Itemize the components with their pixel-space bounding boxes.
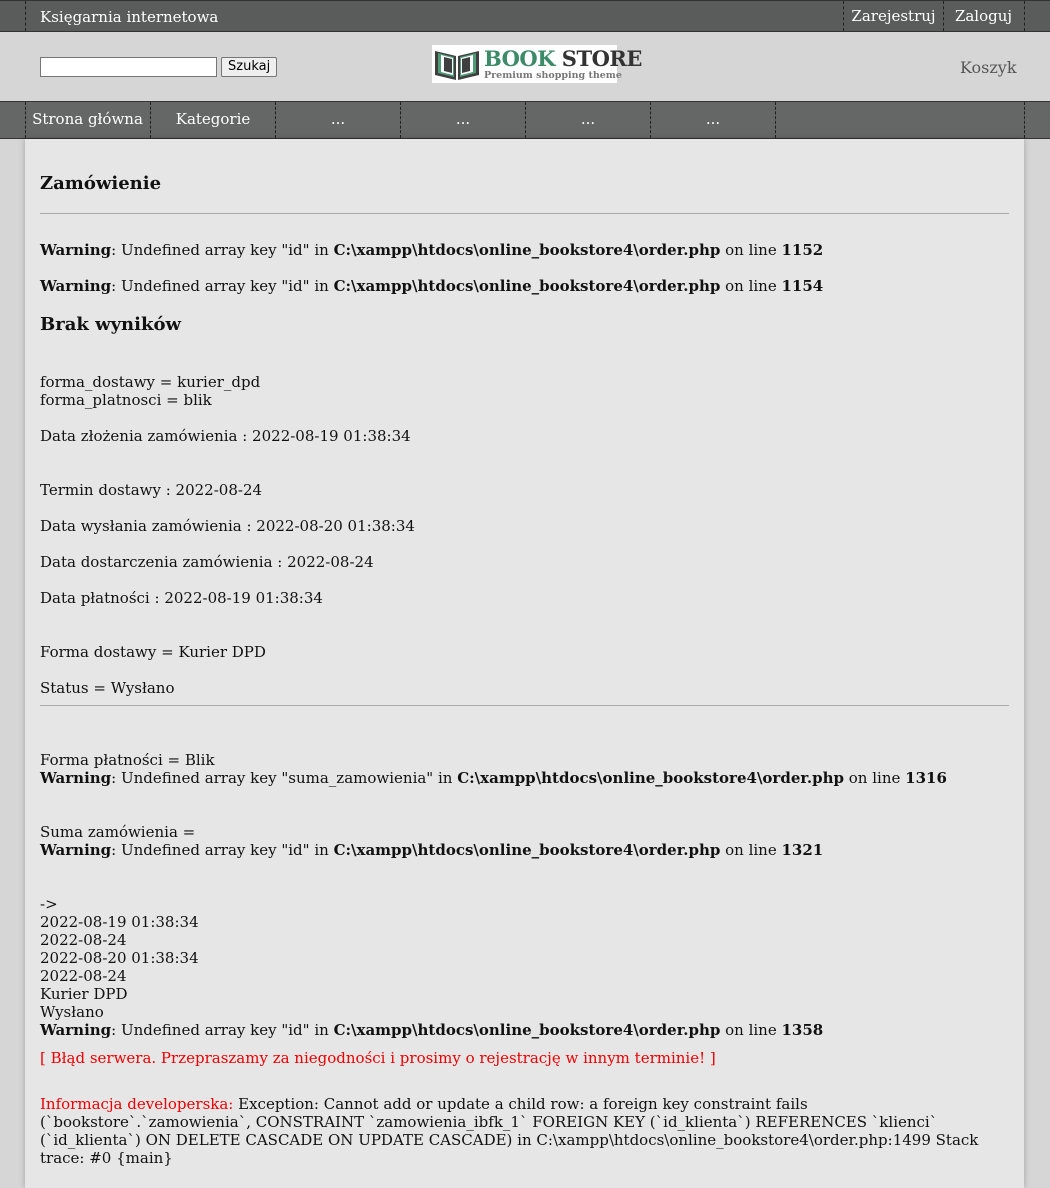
- search-input[interactable]: [40, 57, 217, 77]
- nav-item-categories[interactable]: Kategorie: [151, 102, 276, 138]
- list-item: 2022-08-20 01:38:34: [40, 949, 199, 967]
- main-nav: Strona główna Kategorie ... ... ... ...: [0, 101, 1050, 139]
- php-warning: Warning: Undefined array key "id" in C:\…: [40, 277, 824, 295]
- payment-date: Data płatności : 2022-08-19 01:38:34: [40, 589, 323, 607]
- divider: [25, 1, 26, 31]
- divider: [1024, 1, 1025, 31]
- php-warning: Warning: Undefined array key "suma_zamow…: [40, 769, 947, 787]
- cart-link[interactable]: Koszyk: [960, 58, 1017, 77]
- no-results-heading: Brak wyników: [40, 314, 181, 335]
- php-warning: Warning: Undefined array key "id" in C:\…: [40, 1021, 824, 1039]
- header: Szukaj BOOK STORE Premium shopping theme…: [0, 32, 1050, 102]
- site-title[interactable]: Księgarnia internetowa: [40, 8, 218, 26]
- register-link[interactable]: Zarejestruj: [843, 1, 943, 31]
- nav-item-placeholder[interactable]: ...: [651, 102, 776, 138]
- arrow-text: ->: [40, 895, 58, 913]
- payment-method: Forma płatności = Blik: [40, 751, 215, 769]
- nav-item-placeholder[interactable]: ...: [401, 102, 526, 138]
- delivery-raw: forma_dostawy = kurier_dpd: [40, 373, 261, 391]
- shipping-date: Data wysłania zamówienia : 2022-08-20 01…: [40, 517, 415, 535]
- divider: [40, 213, 1009, 214]
- payment-raw: forma_platnosci = blik: [40, 391, 212, 409]
- page-title: Zamówienie: [40, 173, 162, 194]
- order-date: Data złożenia zamówienia : 2022-08-19 01…: [40, 427, 411, 445]
- list-item: Wysłano: [40, 1003, 104, 1021]
- php-warning: Warning: Undefined array key "id" in C:\…: [40, 241, 824, 259]
- delivery-deadline: Termin dostawy : 2022-08-24: [40, 481, 263, 499]
- order-total: Suma zamówienia =: [40, 823, 196, 841]
- logo-subtitle: Premium shopping theme: [484, 70, 622, 81]
- server-error-message: [ Błąd serwera. Przepraszamy za niegodno…: [40, 1049, 716, 1067]
- delivery-method: Forma dostawy = Kurier DPD: [40, 643, 266, 661]
- developer-info: Informacja developerska: Exception: Cann…: [40, 1095, 1000, 1167]
- list-item: 2022-08-19 01:38:34: [40, 913, 199, 931]
- nav-item-home[interactable]: Strona główna: [25, 102, 151, 138]
- store-logo[interactable]: BOOK STORE Premium shopping theme: [432, 45, 642, 83]
- delivered-date: Data dostarczenia zamówienia : 2022-08-2…: [40, 553, 374, 571]
- divider: [1024, 102, 1025, 138]
- search-button[interactable]: Szukaj: [221, 57, 278, 77]
- nav-item-placeholder[interactable]: ...: [526, 102, 651, 138]
- list-item: 2022-08-24: [40, 931, 127, 949]
- list-item: Kurier DPD: [40, 985, 128, 1003]
- logo-title: BOOK STORE: [484, 46, 642, 71]
- php-warning: Warning: Undefined array key "id" in C:\…: [40, 841, 824, 859]
- order-status: Status = Wysłano: [40, 679, 175, 697]
- main-content: Zamówienie Warning: Undefined array key …: [25, 139, 1024, 1188]
- login-link[interactable]: Zaloguj: [943, 1, 1023, 31]
- list-item: 2022-08-24: [40, 967, 127, 985]
- open-book-icon: [435, 51, 479, 80]
- developer-info-label: Informacja developerska:: [40, 1095, 234, 1113]
- nav-item-placeholder[interactable]: ...: [276, 102, 401, 138]
- top-bar: Księgarnia internetowa Zarejestruj Zalog…: [0, 0, 1050, 32]
- divider: [40, 705, 1009, 706]
